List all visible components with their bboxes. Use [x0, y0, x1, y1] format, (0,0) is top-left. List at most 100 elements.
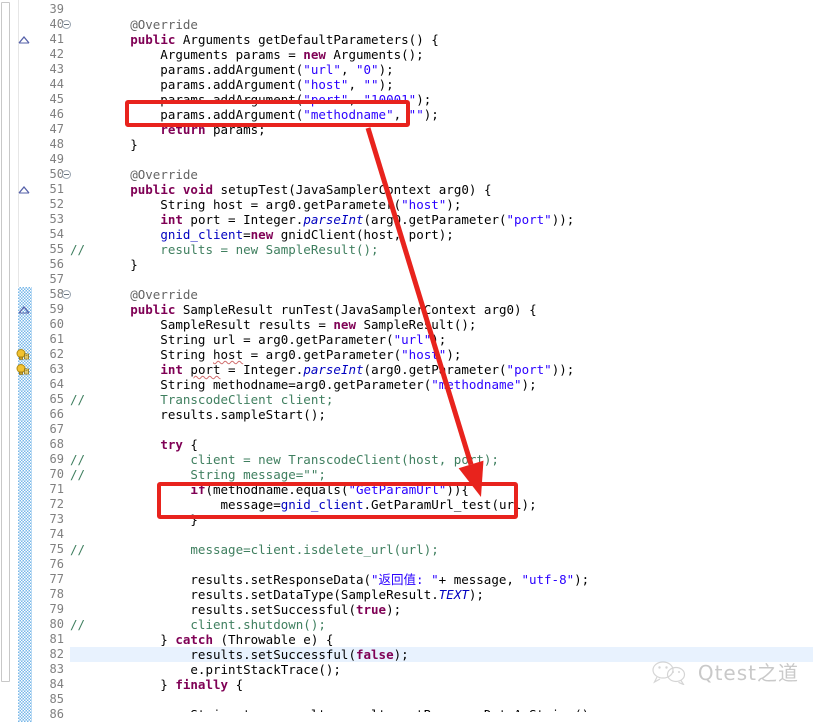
- code-token: String temp_results=results.getResponseD…: [70, 707, 596, 712]
- code-line[interactable]: results.setDataType(SampleResult.TEXT);: [70, 587, 813, 602]
- code-line[interactable]: [70, 2, 813, 17]
- code-line[interactable]: message=gnid_client.GetParamUrl_test(url…: [70, 497, 813, 512]
- code-token: "GetParamUrl": [348, 482, 447, 497]
- code-token: int: [160, 362, 183, 377]
- code-line[interactable]: String url = arg0.getParameter("url");: [70, 332, 813, 347]
- line-number: 66: [49, 407, 64, 421]
- code-token: results.setResponseData(: [70, 572, 372, 587]
- warning-lightbulb-icon[interactable]: [16, 348, 30, 361]
- code-token: );: [574, 572, 590, 587]
- code-line[interactable]: @Override: [70, 17, 813, 32]
- code-line[interactable]: // TranscodeClient client;: [70, 392, 813, 407]
- code-token: results.setSuccessful(: [70, 647, 356, 662]
- line-number: 79: [49, 602, 64, 616]
- code-token: "utf-8": [521, 572, 575, 587]
- code-line[interactable]: } catch (Throwable e) {: [70, 632, 813, 647]
- code-token: return: [160, 122, 206, 137]
- code-token: TEXT: [438, 587, 469, 602]
- code-line[interactable]: }: [70, 512, 813, 527]
- code-line[interactable]: if(methodname.equals("GetParamUrl")){: [70, 482, 813, 497]
- code-line[interactable]: // results = new SampleResult();: [70, 242, 813, 257]
- line-number: 61: [49, 332, 64, 346]
- warning-lightbulb-icon[interactable]: [16, 363, 30, 376]
- code-line[interactable]: public void setupTest(JavaSamplerContext…: [70, 182, 813, 197]
- code-text-area[interactable]: @Override public Arguments getDefaultPar…: [70, 0, 813, 712]
- code-line[interactable]: String temp_results=results.getResponseD…: [70, 707, 813, 712]
- code-token: "methodname": [303, 107, 394, 122]
- code-line[interactable]: params.addArgument("methodname", "");: [70, 107, 813, 122]
- line-number-gutter[interactable]: 39 40 41 42 43 44 45 46 47 48 49 50 51 52 53 54 55 56 57 58…: [32, 0, 70, 721]
- line-number: 45: [49, 92, 64, 106]
- code-line[interactable]: // message=client.isdelete_url(url);: [70, 542, 813, 557]
- code-line[interactable]: SampleResult results = new SampleResult(…: [70, 317, 813, 332]
- fold-collapse-icon[interactable]: [62, 170, 71, 179]
- line-number: 49: [49, 152, 64, 166]
- code-line[interactable]: // client = new TranscodeClient(host, po…: [70, 452, 813, 467]
- code-line[interactable]: [70, 692, 813, 707]
- code-line[interactable]: @Override: [70, 287, 813, 302]
- fold-collapse-icon[interactable]: [62, 20, 71, 29]
- code-token: setupTest(JavaSamplerContext arg0) {: [213, 182, 492, 197]
- code-line[interactable]: results.setResponseData("返回值: "+ message…: [70, 572, 813, 587]
- code-token: "返回值: ": [371, 572, 439, 587]
- code-line[interactable]: String host = arg0.getParameter("host");: [70, 197, 813, 212]
- code-token: (methodname.equals(: [205, 482, 349, 497]
- code-token: {: [182, 437, 198, 452]
- code-line[interactable]: results.setSuccessful(true);: [70, 602, 813, 617]
- override-marker-icon[interactable]: [18, 306, 30, 314]
- code-line[interactable]: // client.shutdown();: [70, 617, 813, 632]
- code-line[interactable]: }: [70, 137, 813, 152]
- code-line[interactable]: return params;: [70, 122, 813, 137]
- line-number: 85: [49, 692, 64, 706]
- code-line[interactable]: @Override: [70, 167, 813, 182]
- code-token: "host": [303, 77, 349, 92]
- code-token: client.shutdown();: [70, 617, 326, 632]
- code-line[interactable]: [70, 152, 813, 167]
- code-token: gnid_client: [160, 227, 244, 242]
- code-line[interactable]: int port = Integer.parseInt(arg0.getPara…: [70, 212, 813, 227]
- code-line[interactable]: [70, 272, 813, 287]
- code-line[interactable]: public SampleResult runTest(JavaSamplerC…: [70, 302, 813, 317]
- code-line[interactable]: params.addArgument("host", "");: [70, 77, 813, 92]
- code-token: }: [70, 632, 176, 647]
- line-number: 52: [49, 197, 64, 211]
- code-token: (arg0.getParameter(: [363, 212, 507, 227]
- code-token: "host": [401, 197, 447, 212]
- code-line[interactable]: [70, 557, 813, 572]
- code-line[interactable]: String methodname=arg0.getParameter("met…: [70, 377, 813, 392]
- code-line[interactable]: results.sampleStart();: [70, 407, 813, 422]
- code-token: {: [228, 677, 244, 692]
- code-line[interactable]: Arguments params = new Arguments();: [70, 47, 813, 62]
- code-token: public: [130, 32, 176, 47]
- code-token: ,: [348, 77, 364, 92]
- code-line[interactable]: params.addArgument("port", "10001");: [70, 92, 813, 107]
- line-number: 65: [49, 392, 64, 406]
- code-line[interactable]: [70, 527, 813, 542]
- code-line[interactable]: String host = arg0.getParameter("host");: [70, 347, 813, 362]
- code-line[interactable]: int port = Integer.parseInt(arg0.getPara…: [70, 362, 813, 377]
- code-token: TranscodeClient client;: [70, 392, 334, 407]
- code-line[interactable]: try {: [70, 437, 813, 452]
- override-marker-icon[interactable]: [18, 186, 30, 194]
- code-line[interactable]: params.addArgument("url", "0");: [70, 62, 813, 77]
- fold-collapse-icon[interactable]: [62, 290, 71, 299]
- code-token: gnidClient(host, port);: [273, 227, 454, 242]
- code-token: );: [386, 602, 402, 617]
- code-editor[interactable]: 39 40 41 42 43 44 45 46 47 48 49 50 51 52 53 54 55 56 57 58…: [0, 0, 813, 722]
- line-number: 84: [49, 677, 64, 691]
- code-line[interactable]: public Arguments getDefaultParameters() …: [70, 32, 813, 47]
- code-token: =: [243, 227, 251, 242]
- code-line[interactable]: }: [70, 257, 813, 272]
- code-token: "methodname": [431, 377, 522, 392]
- code-token: );: [416, 92, 432, 107]
- line-number: 73: [49, 512, 64, 526]
- code-line[interactable]: gnid_client=new gnidClient(host, port);: [70, 227, 813, 242]
- override-marker-icon[interactable]: [18, 36, 30, 44]
- line-number: 48: [49, 137, 64, 151]
- code-token: + message,: [438, 572, 522, 587]
- code-token: true: [355, 602, 387, 617]
- code-line[interactable]: // String message="";: [70, 467, 813, 482]
- line-number: 81: [49, 632, 64, 646]
- scrollbar-thumb[interactable]: [1, 2, 10, 682]
- code-line[interactable]: [70, 422, 813, 437]
